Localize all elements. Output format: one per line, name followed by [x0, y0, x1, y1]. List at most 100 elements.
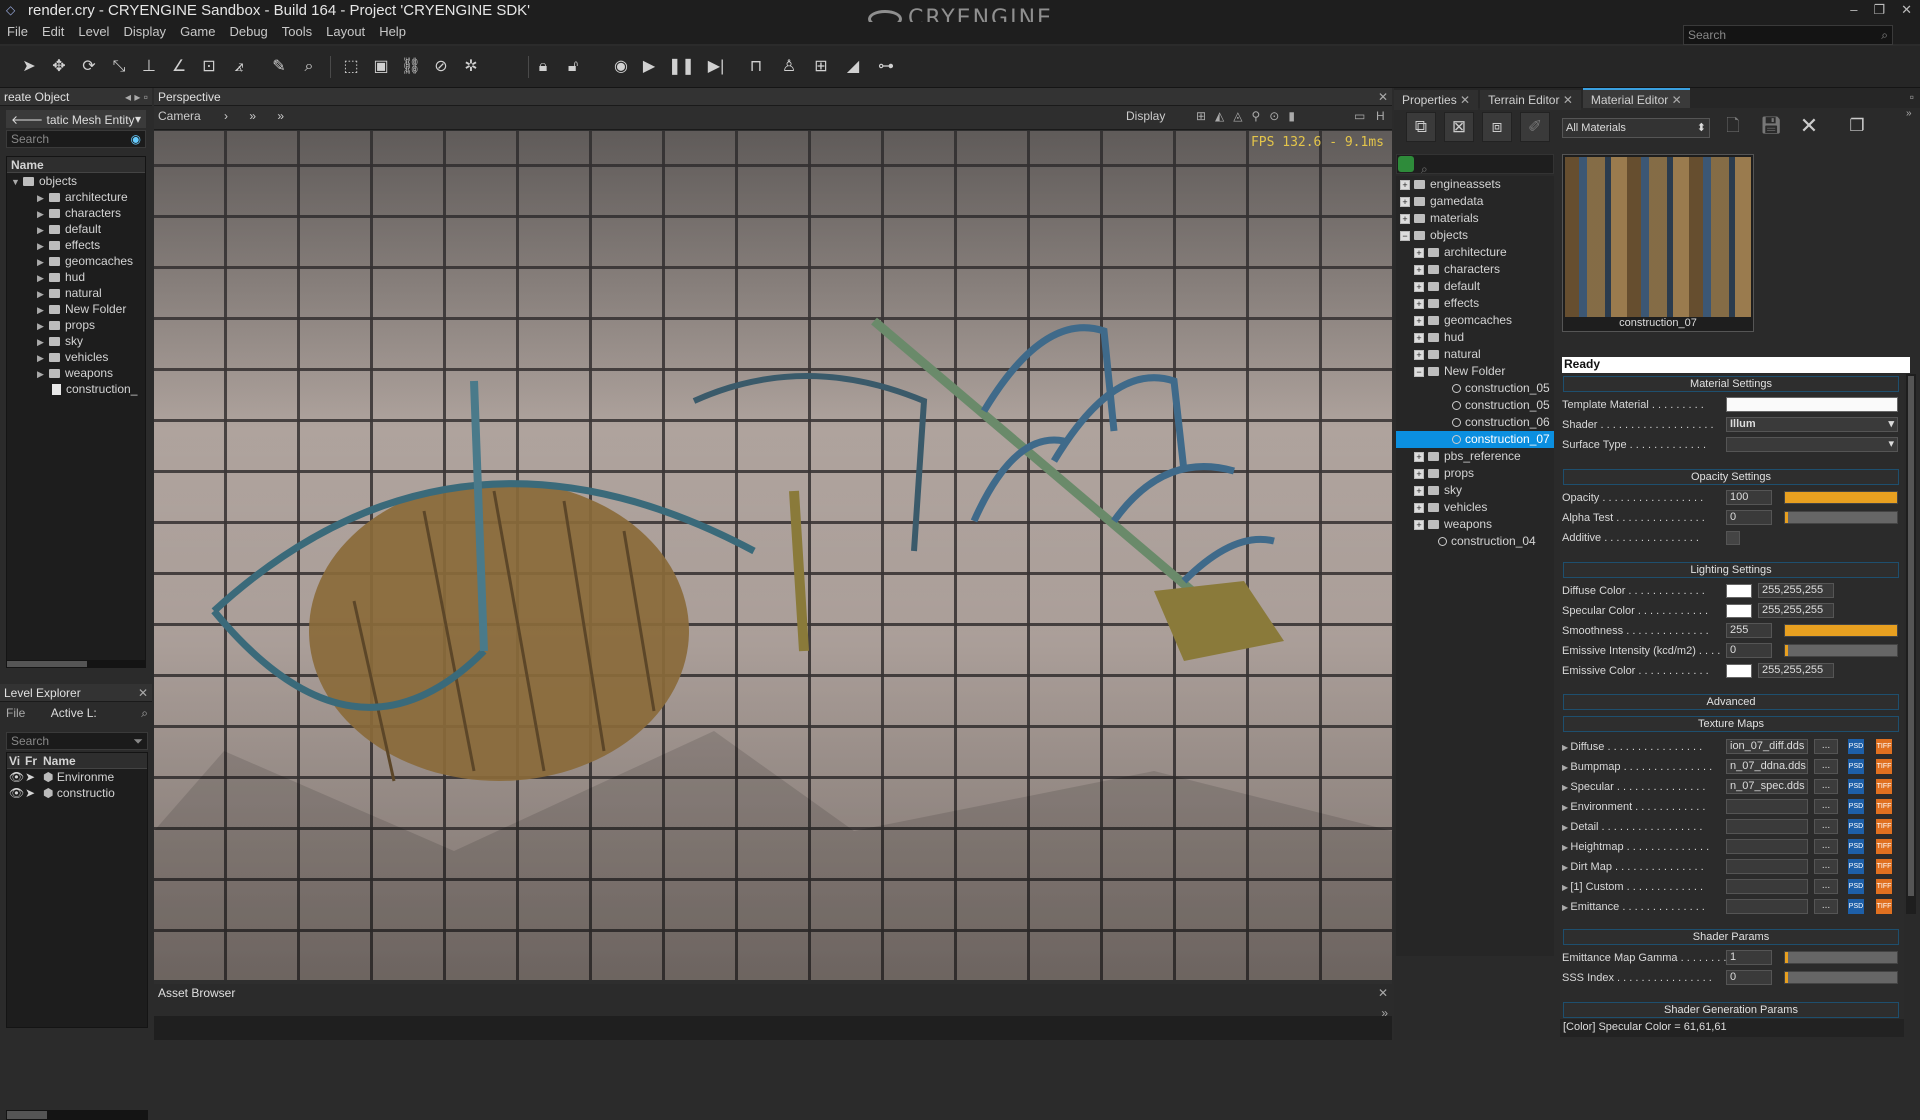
- back-icon[interactable]: 🡐: [11, 113, 47, 127]
- expand-arrow-icon[interactable]: ▶: [37, 206, 49, 222]
- texture-slot-label[interactable]: ▶ Heightmap . . . . . . . . . . . . . .: [1562, 841, 1709, 857]
- psd-icon[interactable]: PSD: [1848, 819, 1864, 834]
- emissive-intensity-slider[interactable]: [1784, 644, 1898, 657]
- camera-chevron-icon[interactable]: ›: [224, 109, 228, 123]
- maximize-icon[interactable]: ▭: [1354, 109, 1365, 123]
- active-layer-select[interactable]: Active L:: [51, 706, 97, 720]
- visibility-icon[interactable]: 👁︎: [7, 769, 25, 785]
- material-tree-item[interactable]: + pbs_reference: [1396, 448, 1554, 465]
- tiff-icon[interactable]: TIFF: [1876, 799, 1892, 814]
- forward-icon[interactable]: »: [249, 109, 256, 123]
- move-icon[interactable]: ✥: [48, 56, 70, 78]
- psd-icon[interactable]: PSD: [1848, 759, 1864, 774]
- tiff-icon[interactable]: TIFF: [1876, 819, 1892, 834]
- entity-type-select[interactable]: 🡐 tatic Mesh Entity ▾: [6, 110, 146, 128]
- group-advanced[interactable]: Advanced: [1563, 694, 1899, 710]
- physics-icon[interactable]: ✲: [460, 56, 482, 78]
- additive-checkbox[interactable]: [1726, 531, 1740, 545]
- level-file-menu[interactable]: File: [6, 706, 25, 720]
- close-icon[interactable]: ✕: [1378, 986, 1388, 1000]
- menu-tools[interactable]: Tools: [275, 22, 319, 41]
- copy-icon[interactable]: ❐: [1842, 112, 1872, 142]
- texture-path-field[interactable]: [1726, 839, 1808, 854]
- texture-slot-label[interactable]: ▶ [1] Custom . . . . . . . . . . . . .: [1562, 881, 1703, 897]
- select-icon[interactable]: ➤: [18, 56, 40, 78]
- character-icon[interactable]: ♙: [778, 56, 800, 78]
- expand-icon[interactable]: »: [1381, 1006, 1388, 1020]
- visibility-icon[interactable]: 👁︎: [7, 785, 25, 801]
- camera-icon[interactable]: ◉: [610, 56, 632, 78]
- level-row[interactable]: 👁︎➤ ⬢ Environme: [7, 769, 147, 785]
- viewport-h[interactable]: H: [1376, 109, 1385, 123]
- camera-select[interactable]: Camera: [158, 109, 201, 123]
- snap-grid-icon[interactable]: ⊥: [138, 56, 160, 78]
- material-tree-item[interactable]: construction_06: [1396, 414, 1554, 431]
- tiff-icon[interactable]: TIFF: [1876, 739, 1892, 754]
- group-shader-generation[interactable]: Shader Generation Params: [1563, 1002, 1899, 1018]
- material-tree-item[interactable]: + weapons: [1396, 516, 1554, 533]
- panel-nav-icons[interactable]: ◂ ▸ ▫: [125, 90, 148, 104]
- pick-material-icon[interactable]: ✐: [1520, 112, 1550, 142]
- tree-item-folder[interactable]: ▶ weapons: [7, 365, 145, 381]
- texture-path-field[interactable]: [1726, 859, 1808, 874]
- terrain-icon[interactable]: ◢: [842, 56, 864, 78]
- group-texture-maps[interactable]: Texture Maps: [1563, 716, 1899, 732]
- sss-index-slider[interactable]: [1784, 971, 1898, 984]
- 3d-scene[interactable]: FPS 132.6 - 9.1ms: [154, 131, 1392, 980]
- emissive-color-swatch[interactable]: [1726, 664, 1752, 678]
- tiff-icon[interactable]: TIFF: [1876, 879, 1892, 894]
- expand-arrow-icon[interactable]: ▶: [37, 190, 49, 206]
- viewport-options-icons[interactable]: ⊞◭◬⚲⊙▮: [1196, 109, 1304, 123]
- add-material-icon[interactable]: ⧉: [1406, 112, 1436, 142]
- tree-item-folder[interactable]: ▶ New Folder: [7, 301, 145, 317]
- ai-icon[interactable]: ⊞: [810, 56, 832, 78]
- tree-item-folder[interactable]: ▶ vehicles: [7, 349, 145, 365]
- expand-icon[interactable]: +: [1400, 197, 1410, 207]
- freeze-icon[interactable]: ➤: [25, 785, 43, 801]
- delete-icon[interactable]: ✕: [1794, 112, 1824, 142]
- tree-item-folder[interactable]: ▶ characters: [7, 205, 145, 221]
- snap-scale-icon[interactable]: ⊡: [198, 56, 220, 78]
- emissive-intensity-field[interactable]: 0: [1726, 643, 1772, 658]
- level-explorer-search[interactable]: Search ⏷: [6, 732, 148, 750]
- emittance-gamma-slider[interactable]: [1784, 951, 1898, 964]
- material-tree-item[interactable]: − objects: [1396, 227, 1554, 244]
- psd-icon[interactable]: PSD: [1848, 899, 1864, 914]
- tiff-icon[interactable]: TIFF: [1876, 899, 1892, 914]
- close-icon[interactable]: ✕: [1672, 93, 1682, 107]
- tree-item-folder[interactable]: ▶ sky: [7, 333, 145, 349]
- freeze-icon[interactable]: ➤: [25, 769, 43, 785]
- texture-slot-label[interactable]: ▶ Specular . . . . . . . . . . . . . . .: [1562, 781, 1705, 797]
- diffuse-color-field[interactable]: 255,255,255: [1758, 583, 1834, 598]
- emissive-color-field[interactable]: 255,255,255: [1758, 663, 1834, 678]
- expand-icon[interactable]: +: [1414, 486, 1424, 496]
- display-menu[interactable]: Display: [1126, 109, 1165, 123]
- psd-icon[interactable]: PSD: [1848, 779, 1864, 794]
- flowgraph-icon[interactable]: ⊶: [875, 56, 897, 78]
- smoothness-slider[interactable]: [1784, 624, 1898, 637]
- material-tree-filter[interactable]: ⌕: [1396, 154, 1554, 176]
- browse-texture-button[interactable]: ...: [1814, 779, 1838, 794]
- shader-select[interactable]: Illum ▾: [1726, 417, 1898, 432]
- level-scrollbar[interactable]: [6, 1110, 148, 1120]
- tree-item-folder[interactable]: ▶ geomcaches: [7, 253, 145, 269]
- material-preview[interactable]: construction_07: [1562, 154, 1754, 332]
- eye-icon[interactable]: ◉: [131, 132, 141, 146]
- close-icon[interactable]: ✕: [1460, 93, 1470, 107]
- overflow-icon[interactable]: »: [1906, 108, 1912, 119]
- expand-arrow-icon[interactable]: ▶: [37, 318, 49, 334]
- new-file-icon[interactable]: 🗋︎: [1718, 112, 1748, 142]
- filter-icon[interactable]: ⏷: [133, 734, 143, 749]
- material-tree-item[interactable]: + natural: [1396, 346, 1554, 363]
- expand-arrow-icon[interactable]: ▶: [37, 222, 49, 238]
- expand-arrow-icon[interactable]: ▶: [37, 334, 49, 350]
- surface-type-select[interactable]: ▾: [1726, 437, 1898, 452]
- tree-item-folder[interactable]: ▶ default: [7, 221, 145, 237]
- expand-icon[interactable]: +: [1414, 265, 1424, 275]
- tiff-icon[interactable]: TIFF: [1876, 779, 1892, 794]
- expand-icon[interactable]: +: [1414, 248, 1424, 258]
- tree-item-objects[interactable]: ▼ objects: [7, 173, 145, 189]
- menu-display[interactable]: Display: [116, 22, 173, 41]
- material-tree-item[interactable]: + hud: [1396, 329, 1554, 346]
- emittance-gamma-field[interactable]: 1: [1726, 950, 1772, 965]
